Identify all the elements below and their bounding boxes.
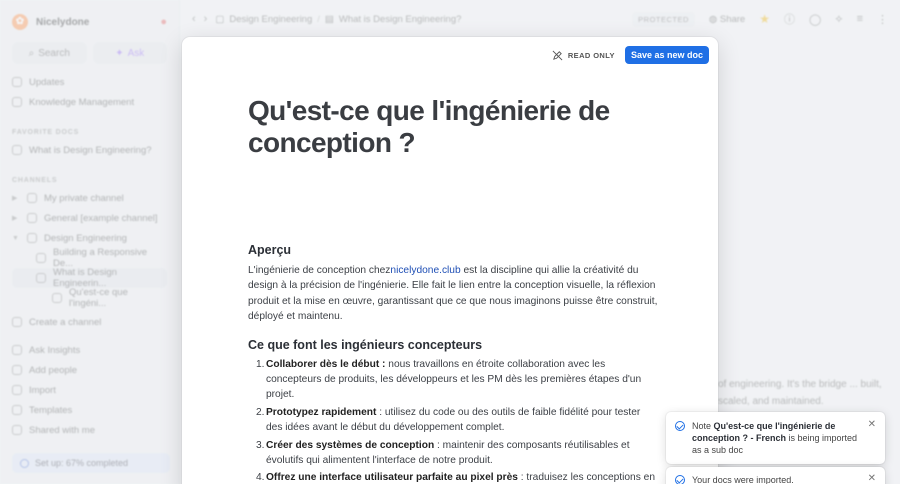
readonly-label: READ ONLY	[567, 50, 615, 60]
doc-content: Qu'est-ce que l'ingénierie de conception…	[248, 95, 658, 484]
close-icon[interactable]: ✕	[868, 473, 876, 484]
list-item: 3. Créer des systèmes de conception : mai…	[256, 438, 658, 469]
imported-toast: Your docs were imported. ✕	[666, 467, 885, 484]
doc-preview-modal: READ ONLY Save as new doc Qu'est-ce que …	[182, 37, 718, 484]
modal-toolbar: READ ONLY Save as new doc	[552, 46, 709, 64]
doc-title: Qu'est-ce que l'ingénierie de conception…	[248, 95, 610, 158]
role-heading: Ce que font les ingénieurs concepteurs	[248, 337, 483, 352]
list-item-title: Créer des systèmes de conception	[266, 439, 435, 451]
save-as-new-doc-button[interactable]: Save as new doc	[624, 46, 709, 64]
close-icon[interactable]: ✕	[868, 419, 876, 431]
list-item-title: Collaborer dès le début :	[266, 358, 386, 370]
list-item: 2. Prototypez rapidement : utilisez du co…	[256, 405, 658, 436]
toast-text: Note	[692, 421, 714, 431]
toast-text: Your docs were imported.	[692, 475, 794, 484]
pencil-off-icon	[552, 50, 563, 60]
list-item-title: Prototypez rapidement	[266, 406, 377, 418]
list-number: 3.	[256, 439, 265, 451]
role-list: 1. Collaborer dès le début : nous travail…	[248, 357, 658, 484]
overview-paragraph: L'ingénierie de conception cheznicelydon…	[248, 263, 658, 325]
list-item: 4. Offrez une interface utilisateur parfa…	[256, 470, 658, 484]
list-item-title: Offrez une interface utilisateur parfait…	[266, 472, 518, 484]
list-number: 4.	[256, 472, 265, 484]
import-toast: Note Qu'est-ce que l'ingénierie de conce…	[666, 412, 885, 464]
check-circle-icon	[675, 475, 685, 484]
list-item: 1. Collaborer dès le début : nous travail…	[256, 357, 658, 403]
check-circle-icon	[675, 421, 685, 431]
nicelydone-link[interactable]: nicelydone.club	[390, 265, 460, 276]
overview-heading: Aperçu	[248, 243, 292, 257]
list-number: 1.	[256, 358, 265, 370]
readonly-badge: READ ONLY	[552, 50, 615, 61]
overview-text: L'ingénierie de conception chez	[248, 265, 391, 276]
list-number: 2.	[256, 406, 265, 418]
